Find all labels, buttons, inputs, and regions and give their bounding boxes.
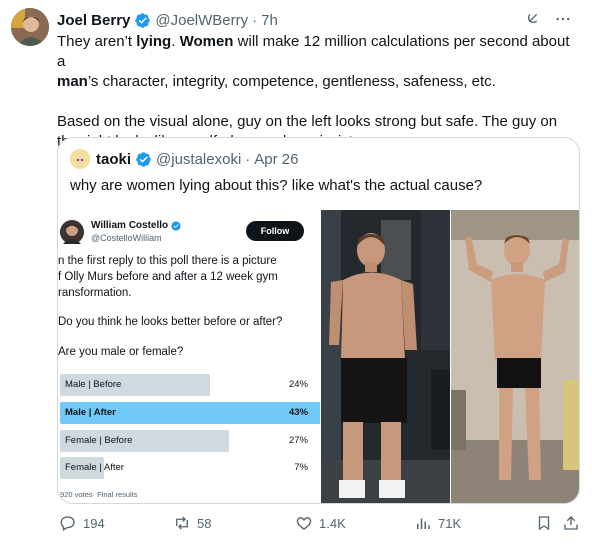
before-photo[interactable] <box>321 210 450 503</box>
poll-option: Male | Before 24% <box>60 374 310 396</box>
action-bar: 194 58 1.4K 71K <box>57 513 580 533</box>
verified-badge-icon <box>171 220 181 231</box>
poll-option-label: Male | Before <box>65 379 122 390</box>
poll-author-avatar <box>60 220 84 244</box>
verified-badge-icon <box>135 12 151 28</box>
tweet-text: They aren’t lying. Women will make 12 mi… <box>57 32 577 152</box>
reply-button[interactable]: 194 <box>59 514 105 532</box>
like-button[interactable]: 1.4K <box>295 514 346 532</box>
poll-screenshot[interactable]: William Costello @CostelloWilliam Follow… <box>58 210 320 503</box>
poll-option-label: Female | After <box>65 462 124 473</box>
views-icon <box>417 518 430 529</box>
bookmark-icon <box>538 516 550 531</box>
grok-icon[interactable] <box>524 11 540 27</box>
tweet-line-1: They aren’t lying. Women will make 12 mi… <box>57 33 570 70</box>
poll-option-label: Female | Before <box>65 435 133 446</box>
quote-author-name[interactable]: taoki <box>96 151 131 168</box>
poll-option-percent: 43% <box>288 407 308 418</box>
author-handle[interactable]: @JoelWBerry <box>155 12 248 29</box>
poll-option-percent: 27% <box>288 435 308 446</box>
poll-option: Female | After 7% <box>60 457 310 479</box>
share-icon <box>564 516 578 530</box>
poll-footer: 920 votes· Final results <box>60 490 138 499</box>
poll-author-handle: @CostelloWilliam <box>91 233 162 243</box>
views-button[interactable]: 71K <box>414 514 461 532</box>
quote-avatar <box>70 149 90 169</box>
separator-dot: · <box>245 150 251 168</box>
poll-question-1: Do you think he looks better before or a… <box>58 316 283 328</box>
poll-option-percent: 24% <box>288 379 308 390</box>
poll-option-label: Male | After <box>65 407 116 418</box>
reply-icon <box>60 516 75 531</box>
tweet-header: Joel Berry @JoelWBerry · 7h <box>57 10 572 30</box>
follow-button[interactable]: Follow <box>246 221 304 241</box>
tweet-time[interactable]: 7h <box>261 12 278 29</box>
quote-text: why are women lying about this? like wha… <box>70 177 483 194</box>
quoted-tweet[interactable]: taoki @justalexoki · Apr 26 why are wome… <box>57 137 580 504</box>
poll-author-name: William Costello <box>91 220 181 231</box>
quote-media[interactable]: William Costello @CostelloWilliam Follow… <box>58 210 579 503</box>
header-icons <box>524 10 572 28</box>
bookmark-button[interactable] <box>535 514 553 532</box>
quote-date: Apr 26 <box>254 150 299 168</box>
verified-badge-icon <box>136 151 151 167</box>
tweet-line-2: man’s character, integrity, competence, … <box>57 73 496 90</box>
author-name[interactable]: Joel Berry <box>57 12 130 29</box>
quote-header: taoki @justalexoki · Apr 26 <box>70 149 298 169</box>
poll-intro-text: n the first reply to this poll there is … <box>58 255 278 299</box>
like-icon <box>296 517 312 530</box>
retweet-icon <box>176 516 188 530</box>
poll-question-2: Are you male or female? <box>58 346 184 358</box>
separator-dot: · <box>252 11 258 29</box>
more-icon[interactable] <box>554 10 572 28</box>
tweet[interactable]: Joel Berry @JoelWBerry · 7h They aren’t … <box>0 0 592 546</box>
after-photo[interactable] <box>451 210 579 503</box>
quote-author-handle: @justalexoki <box>156 150 242 168</box>
retweet-button[interactable]: 58 <box>173 514 211 532</box>
author-avatar[interactable] <box>11 8 49 46</box>
poll-option-percent: 7% <box>294 462 308 473</box>
poll-option: Female | Before 27% <box>60 430 310 452</box>
poll-option: Male | After 43% <box>60 402 320 424</box>
share-button[interactable] <box>562 514 580 532</box>
